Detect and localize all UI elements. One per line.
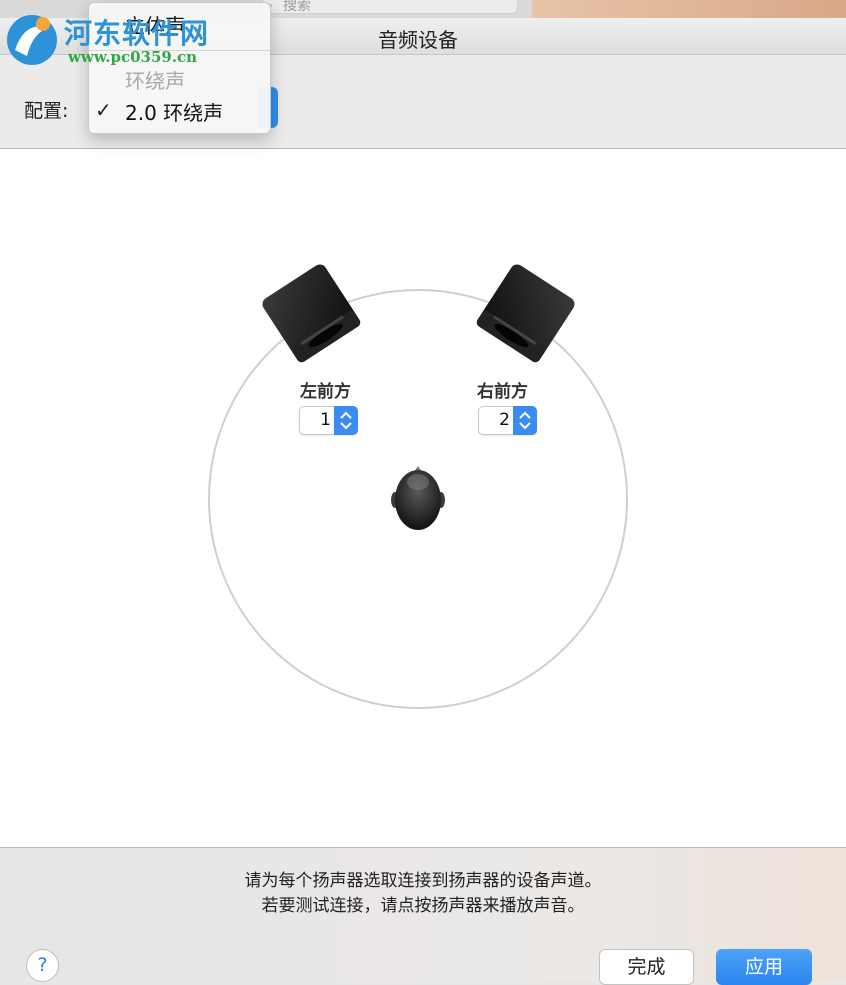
stepper-chevrons-icon [340,411,352,430]
instruction-line-2: 若要测试连接，请点按扬声器来播放声音。 [261,896,585,916]
listener-head-icon [391,466,445,530]
right-front-speaker-icon[interactable] [471,258,581,368]
search-placeholder: 搜索 [283,0,311,14]
right-channel-value: 2 [499,410,510,430]
stepper-chevrons-icon [519,411,531,430]
menu-item-2-0-surround[interactable]: 2.0 环绕声 [125,97,265,126]
right-front-label: 右前方 [477,382,528,402]
menu-item-surround: 环绕声 [125,69,185,93]
watermark-logo-icon [7,15,57,65]
right-channel-arrows[interactable] [513,406,537,435]
done-button[interactable]: 完成 [599,949,694,985]
config-label: 配置: [24,100,69,122]
background-window [532,0,846,18]
left-channel-value: 1 [320,410,331,430]
left-front-label: 左前方 [300,382,351,402]
left-channel-stepper[interactable]: 1 [299,406,358,435]
apply-button[interactable]: 应用 [716,949,812,985]
left-channel-arrows[interactable] [334,406,358,435]
search-field[interactable]: ⌕ 搜索 [262,0,518,14]
help-button[interactable]: ? [26,949,59,982]
instruction-line-1: 请为每个扬声器选取连接到扬声器的设备声道。 [244,871,602,891]
right-channel-stepper[interactable]: 2 [478,406,537,435]
watermark-url: www.pc0359.cn [68,48,198,66]
watermark-site-name: 河东软件网 [64,17,210,50]
checkmark-icon: ✓ [95,98,112,122]
left-front-speaker-icon[interactable] [256,258,366,368]
